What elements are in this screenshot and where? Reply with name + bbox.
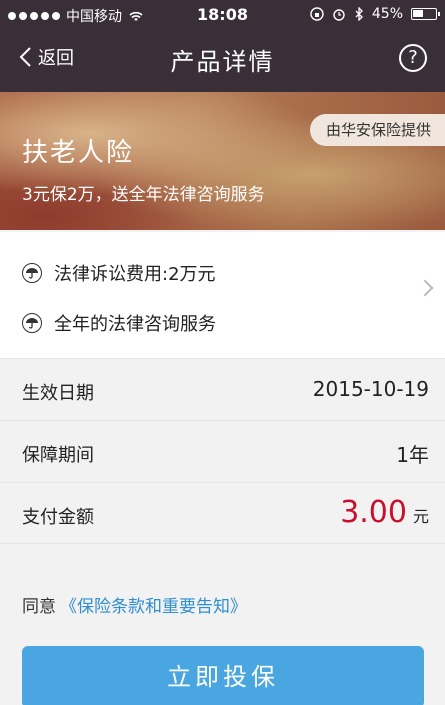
product-banner: 由华安保险提供 扶老人险 3元保2万，送全年法律咨询服务 bbox=[0, 92, 445, 230]
payment-label: 支付金额 bbox=[22, 507, 94, 528]
terms-link[interactable]: 《保险条款和重要告知》 bbox=[60, 597, 247, 617]
period-label: 保障期间 bbox=[22, 445, 94, 466]
alarm-icon bbox=[333, 9, 345, 21]
product-description: 3元保2万，送全年法律咨询服务 bbox=[22, 185, 265, 205]
payment-amount: 3.00 元 bbox=[340, 495, 429, 530]
effective-date-label: 生效日期 bbox=[22, 383, 94, 404]
battery-icon bbox=[411, 8, 440, 20]
rotation-lock-icon bbox=[310, 7, 324, 21]
product-name: 扶老人险 bbox=[22, 138, 135, 168]
buy-now-button[interactable]: 立即投保 bbox=[22, 646, 424, 705]
provider-badge: 由华安保险提供 bbox=[309, 114, 445, 146]
status-bar: 中国移动 18:08 45% bbox=[0, 0, 445, 30]
umbrella-icon bbox=[22, 313, 42, 333]
payment-row: 支付金额 3.00 元 bbox=[0, 482, 445, 544]
status-right: 45% bbox=[310, 6, 440, 22]
help-icon[interactable]: ? bbox=[399, 44, 427, 72]
coverage-item: 全年的法律咨询服务 bbox=[22, 310, 216, 336]
coverage-section[interactable]: 法律诉讼费用:2万元 全年的法律咨询服务 bbox=[0, 232, 445, 358]
effective-date-row: 生效日期 2015-10-19 bbox=[0, 358, 445, 420]
nav-bar: 返回 产品详情 ? bbox=[0, 36, 445, 86]
agreement-text: 同意 《保险条款和重要告知》 bbox=[22, 592, 247, 617]
bluetooth-icon bbox=[355, 7, 363, 21]
effective-date-value: 2015-10-19 bbox=[312, 377, 429, 401]
chevron-right-icon bbox=[416, 279, 434, 297]
payment-value: 3.00 bbox=[340, 495, 407, 530]
coverage-label: 全年的法律咨询服务 bbox=[54, 314, 216, 335]
agree-prefix: 同意 bbox=[22, 597, 56, 617]
battery-percent: 45% bbox=[371, 6, 403, 22]
coverage-item: 法律诉讼费用:2万元 bbox=[22, 260, 216, 286]
period-value: 1年 bbox=[396, 443, 429, 467]
coverage-label: 法律诉讼费用:2万元 bbox=[54, 264, 216, 285]
page-title: 产品详情 bbox=[170, 48, 275, 76]
period-row: 保障期间 1年 bbox=[0, 420, 445, 482]
payment-unit: 元 bbox=[412, 507, 429, 526]
top-bar: 中国移动 18:08 45% 返回 产品详情 ? bbox=[0, 0, 445, 92]
umbrella-icon bbox=[22, 263, 42, 283]
